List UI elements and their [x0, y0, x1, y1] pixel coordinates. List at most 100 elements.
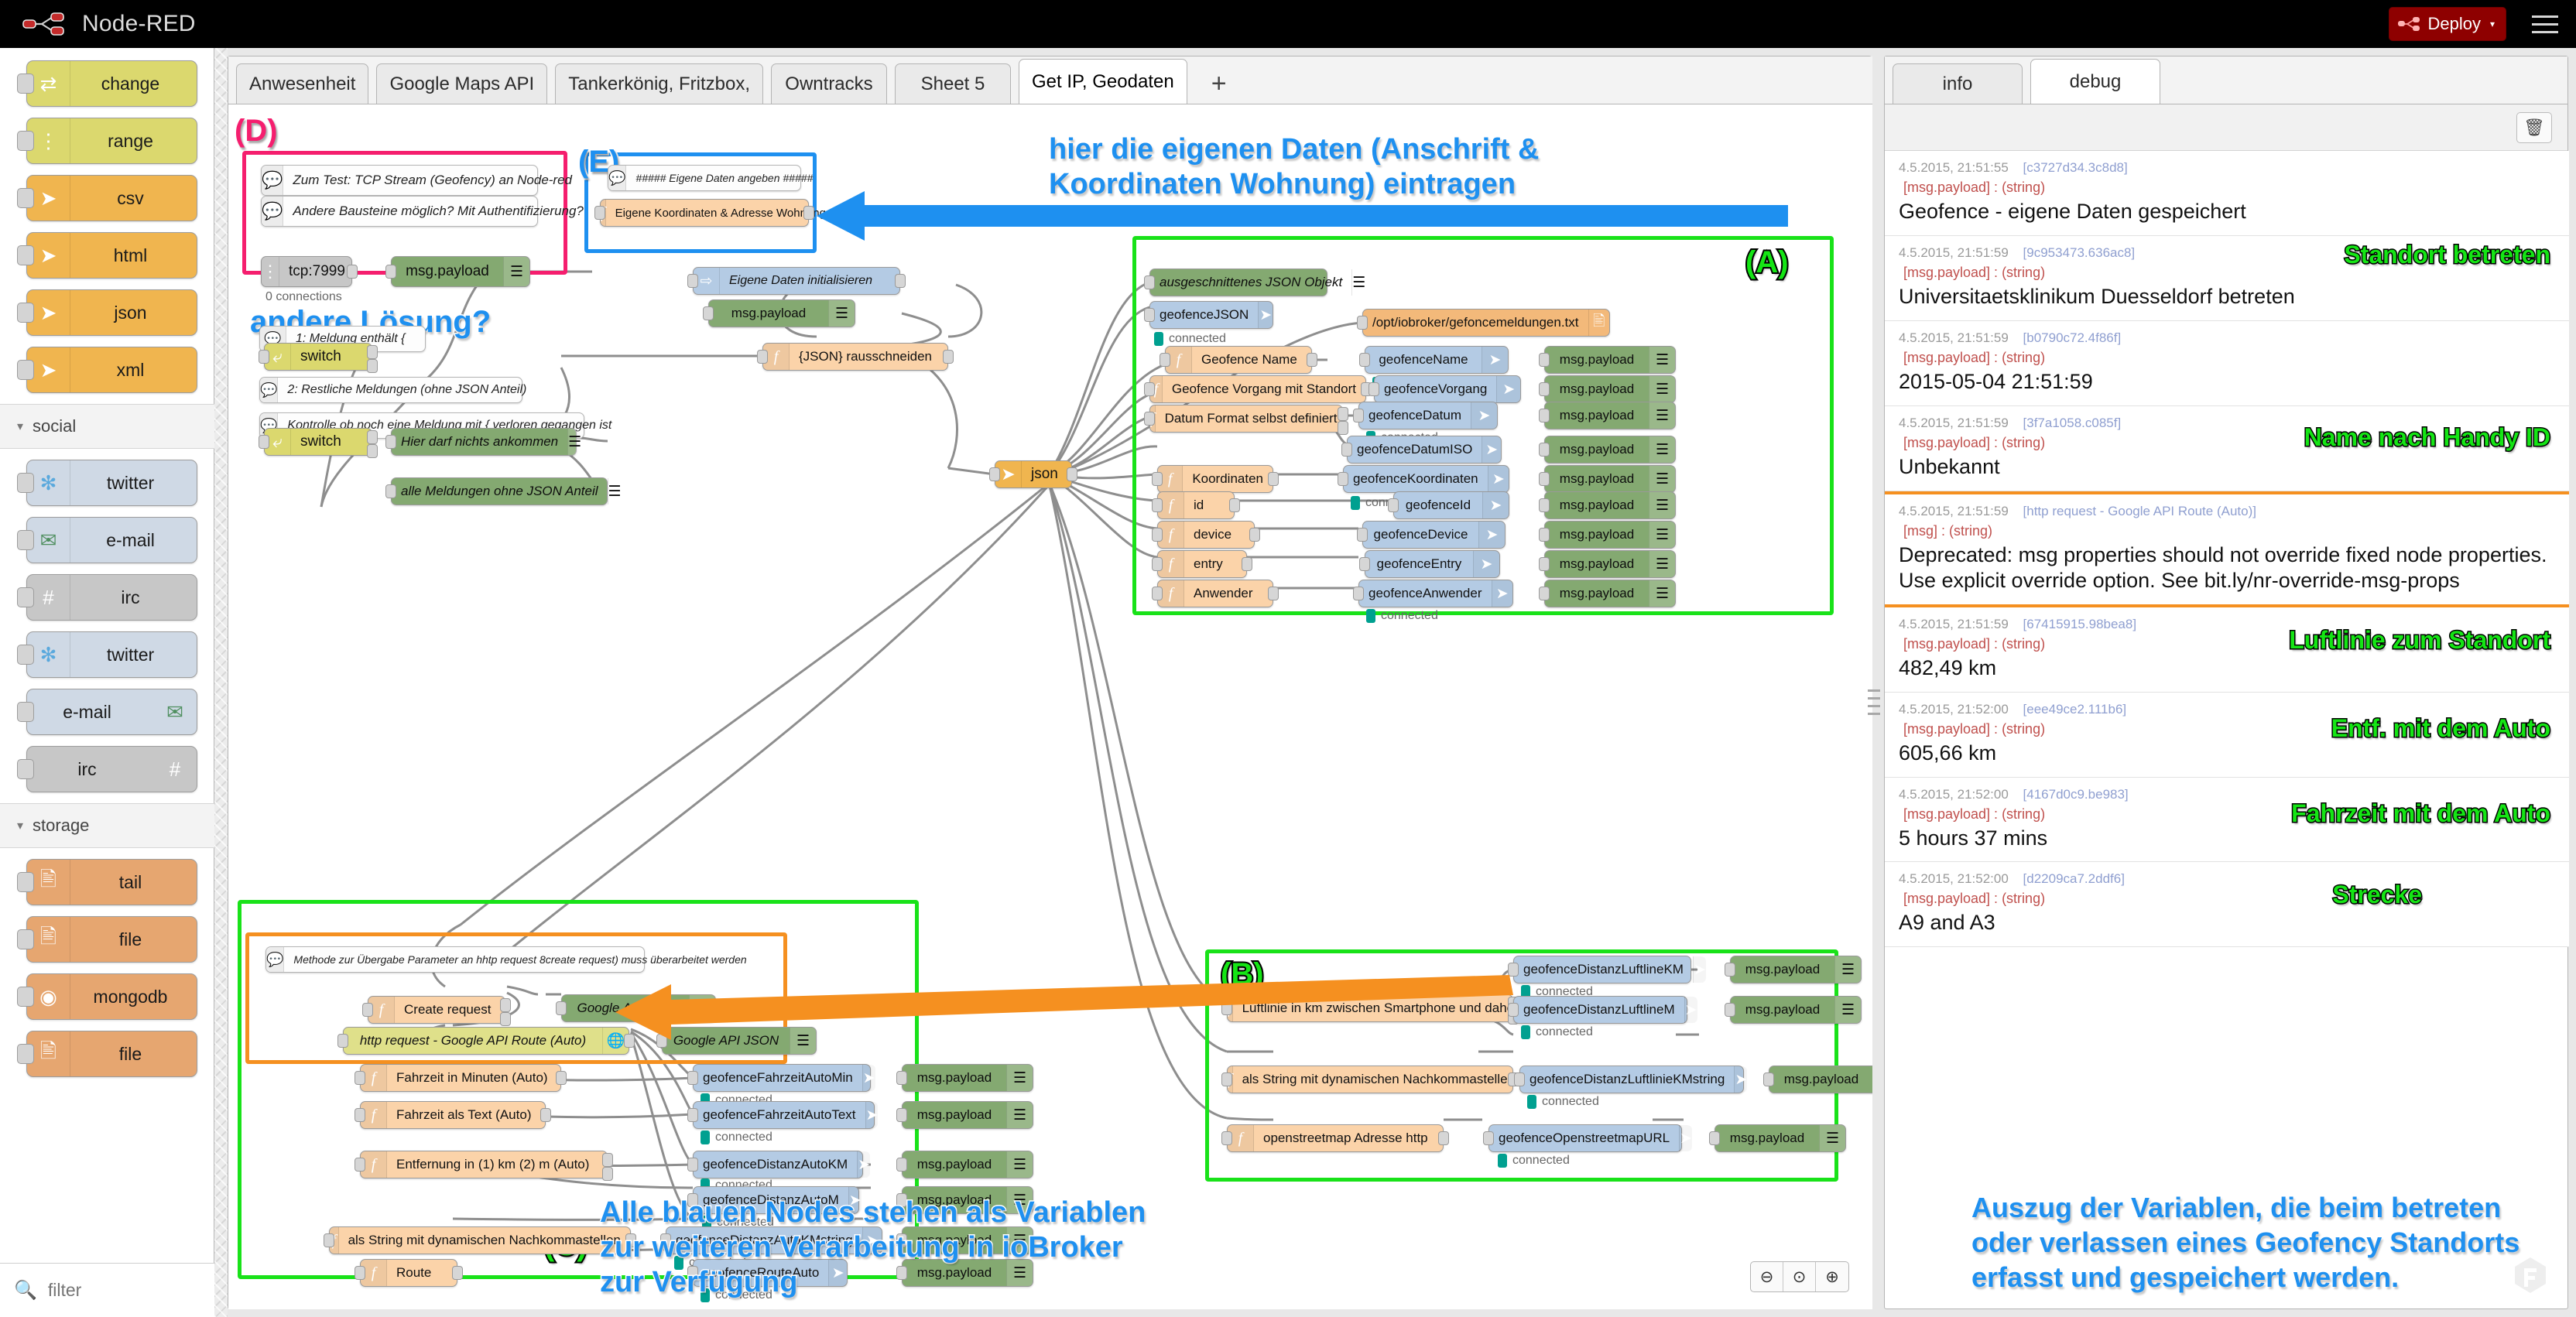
node-port-icon[interactable] [337, 1034, 348, 1048]
zoom-out-icon[interactable]: ⊖ [1751, 1262, 1783, 1291]
function-node-string-nachkommastellen-c[interactable]: f als String mit dynamischen Nachkommast… [324, 1226, 636, 1254]
variable-node-geofenceFahrzeitAutoMin[interactable]: geofenceFahrzeitAutoMin ➤ [687, 1064, 875, 1092]
node-port-icon[interactable] [367, 359, 378, 373]
function-node-koordinaten[interactable]: f Koordinaten [1152, 465, 1279, 493]
palette-category-social[interactable]: ▾ social [0, 404, 214, 449]
debug-node-c-1[interactable]: msg.payload ☰ [896, 1101, 1033, 1129]
debug-node-a-8[interactable]: msg.payload ☰ [1539, 580, 1676, 607]
debug-message[interactable]: 4.5.2015, 21:52:00 [eee49ce2.111b6] [msg… [1885, 692, 2569, 778]
hamburger-menu-icon[interactable] [2520, 0, 2570, 48]
node-port-icon[interactable] [1144, 382, 1155, 396]
palette-node-irc-out[interactable]: irc # [17, 746, 197, 792]
node-port-icon[interactable] [1249, 528, 1260, 542]
deploy-dropdown-caret[interactable]: ▾ [2490, 19, 2495, 29]
variable-node-geofenceKoordinaten[interactable]: geofenceKoordinaten ➤ [1338, 465, 1509, 493]
node-port-icon[interactable] [1338, 421, 1348, 435]
palette-node-html[interactable]: ➤ html [17, 232, 197, 279]
tab-debug[interactable]: debug [2030, 59, 2160, 104]
debug-node-a-5[interactable]: msg.payload ☰ [1539, 491, 1676, 519]
node-port-icon[interactable] [1160, 353, 1170, 367]
node-port-icon[interactable] [324, 1233, 334, 1247]
switch-node-1[interactable]: ⤶ switch [259, 343, 378, 373]
palette-category-storage[interactable]: ▾ storage [0, 803, 214, 848]
json-node[interactable]: ➤ json [989, 460, 1077, 488]
deploy-button[interactable]: Deploy ▾ [2389, 7, 2506, 41]
node-port-icon[interactable] [1152, 557, 1163, 571]
function-node-anwender[interactable]: f Anwender [1152, 580, 1279, 607]
debug-node-b-2[interactable]: msg.payload ☰ [1763, 1066, 1872, 1093]
tab-anwesenheit[interactable]: Anwesenheit [236, 63, 369, 104]
debug-node-a-0[interactable]: msg.payload ☰ [1539, 346, 1676, 374]
palette-node-irc-in[interactable]: # irc [17, 574, 197, 621]
node-port-icon[interactable] [1338, 472, 1348, 486]
node-port-icon[interactable] [703, 306, 714, 320]
palette-node-json[interactable]: ➤ json [17, 289, 197, 336]
function-node-geofence-name[interactable]: f Geofence Name [1160, 346, 1317, 374]
http-request-node-google-route[interactable]: http request - Google API Route (Auto) 🌐 [337, 1027, 635, 1055]
node-port-icon[interactable] [355, 1071, 365, 1085]
debug-message[interactable]: 4.5.2015, 21:51:59 [b0790c72.4f86f] [msg… [1885, 320, 2569, 406]
node-port-icon[interactable] [803, 206, 814, 220]
node-port-icon[interactable] [1514, 1072, 1525, 1086]
tab-tankerkoenig-fritzbox[interactable]: Tankerkönig, Fritzbox, [555, 63, 763, 104]
palette-scroll-area[interactable]: ⇄ change ⋮ range ➤ csv ➤ html ➤ json ➤ x… [0, 48, 214, 1263]
comment-node-other-blocks[interactable]: 💬 Andere Bausteine möglich? Mit Authenti… [261, 196, 584, 227]
function-node-fahrzeit-minuten[interactable]: f Fahrzeit in Minuten (Auto) [355, 1064, 567, 1092]
debug-node-b-1[interactable]: msg.payload ☰ [1725, 996, 1862, 1024]
node-port-icon[interactable] [1152, 528, 1163, 542]
palette-node-email-in[interactable]: ✉ e-mail [17, 517, 197, 563]
variable-node-geofenceDatum[interactable]: geofenceDatum ➤ [1353, 402, 1498, 429]
debug-message-list[interactable]: 4.5.2015, 21:51:55 [c3727d34.3c8d8] [msg… [1885, 151, 2569, 1310]
node-port-icon[interactable] [1539, 557, 1550, 571]
node-port-icon[interactable] [687, 274, 698, 288]
node-port-icon[interactable] [355, 1158, 365, 1172]
node-port-icon[interactable] [757, 350, 768, 364]
node-port-icon[interactable] [452, 1266, 463, 1280]
palette-node-tail[interactable]: 🖹 tail [17, 859, 197, 905]
node-port-icon[interactable] [1229, 498, 1240, 512]
node-port-icon[interactable] [259, 350, 269, 364]
variable-node-geofenceDatumISO[interactable]: geofenceDatumISO ➤ [1341, 436, 1502, 464]
sidebar-resize-handle[interactable] [1867, 659, 1881, 744]
debug-message[interactable]: 4.5.2015, 21:51:59 [9c953473.636ac8] [ms… [1885, 235, 2569, 321]
node-port-icon[interactable] [1359, 557, 1370, 571]
node-port-icon[interactable] [355, 1266, 365, 1280]
node-port-icon[interactable] [1152, 587, 1163, 600]
node-port-icon[interactable] [1242, 557, 1252, 571]
node-port-icon[interactable] [1539, 587, 1550, 600]
variable-node-geofenceId[interactable]: geofenceId ➤ [1388, 491, 1509, 519]
variable-node-geofenceName[interactable]: geofenceName ➤ [1359, 346, 1509, 374]
debug-node-init[interactable]: msg.payload ☰ [703, 299, 855, 327]
node-port-icon[interactable] [1388, 498, 1399, 512]
debug-message[interactable]: 4.5.2015, 21:51:55 [c3727d34.3c8d8] [msg… [1885, 151, 2569, 236]
variable-node-geofenceDistanzLuftlineKM[interactable]: geofenceDistanzLuftlineKM ➤ [1508, 956, 1706, 983]
node-port-icon[interactable] [1539, 353, 1550, 367]
debug-node-hier-nichts[interactable]: Hier darf nichts ankommen ☰ [385, 428, 582, 456]
tab-google-maps-api[interactable]: Google Maps API [376, 63, 548, 104]
node-port-icon[interactable] [367, 430, 378, 444]
tab-info[interactable]: info [1893, 63, 2023, 104]
node-port-icon[interactable] [1067, 467, 1077, 481]
zoom-reset-icon[interactable]: ⊙ [1783, 1262, 1816, 1291]
flow-canvas[interactable]: (D) 💬 Zum Test: TCP Stream (Geofency) an… [228, 104, 1872, 1309]
node-port-icon[interactable] [1438, 1131, 1449, 1145]
node-port-icon[interactable] [896, 1108, 907, 1122]
function-node-device[interactable]: f device [1152, 521, 1260, 549]
node-port-icon[interactable] [1268, 587, 1279, 600]
function-node-route[interactable]: f Route [355, 1259, 463, 1287]
node-port-icon[interactable] [1725, 1003, 1735, 1017]
node-port-icon[interactable] [1539, 528, 1550, 542]
node-port-icon[interactable] [1221, 1072, 1232, 1086]
node-port-icon[interactable] [1152, 498, 1163, 512]
node-port-icon[interactable] [1763, 1072, 1774, 1086]
palette-filter-input[interactable] [46, 1279, 194, 1302]
node-port-icon[interactable] [385, 435, 396, 449]
node-port-icon[interactable] [367, 345, 378, 359]
palette-node-change[interactable]: ⇄ change [17, 60, 197, 107]
debug-node-c-2[interactable]: msg.payload ☰ [896, 1151, 1033, 1178]
comment-node-methode-uebergabe[interactable]: 💬 Methode zur Übergabe Parameter an hhtp… [265, 946, 747, 973]
node-port-icon[interactable] [385, 265, 396, 279]
node-port-icon[interactable] [1307, 353, 1317, 367]
node-port-icon[interactable] [259, 435, 269, 449]
node-port-icon[interactable] [540, 1108, 551, 1122]
